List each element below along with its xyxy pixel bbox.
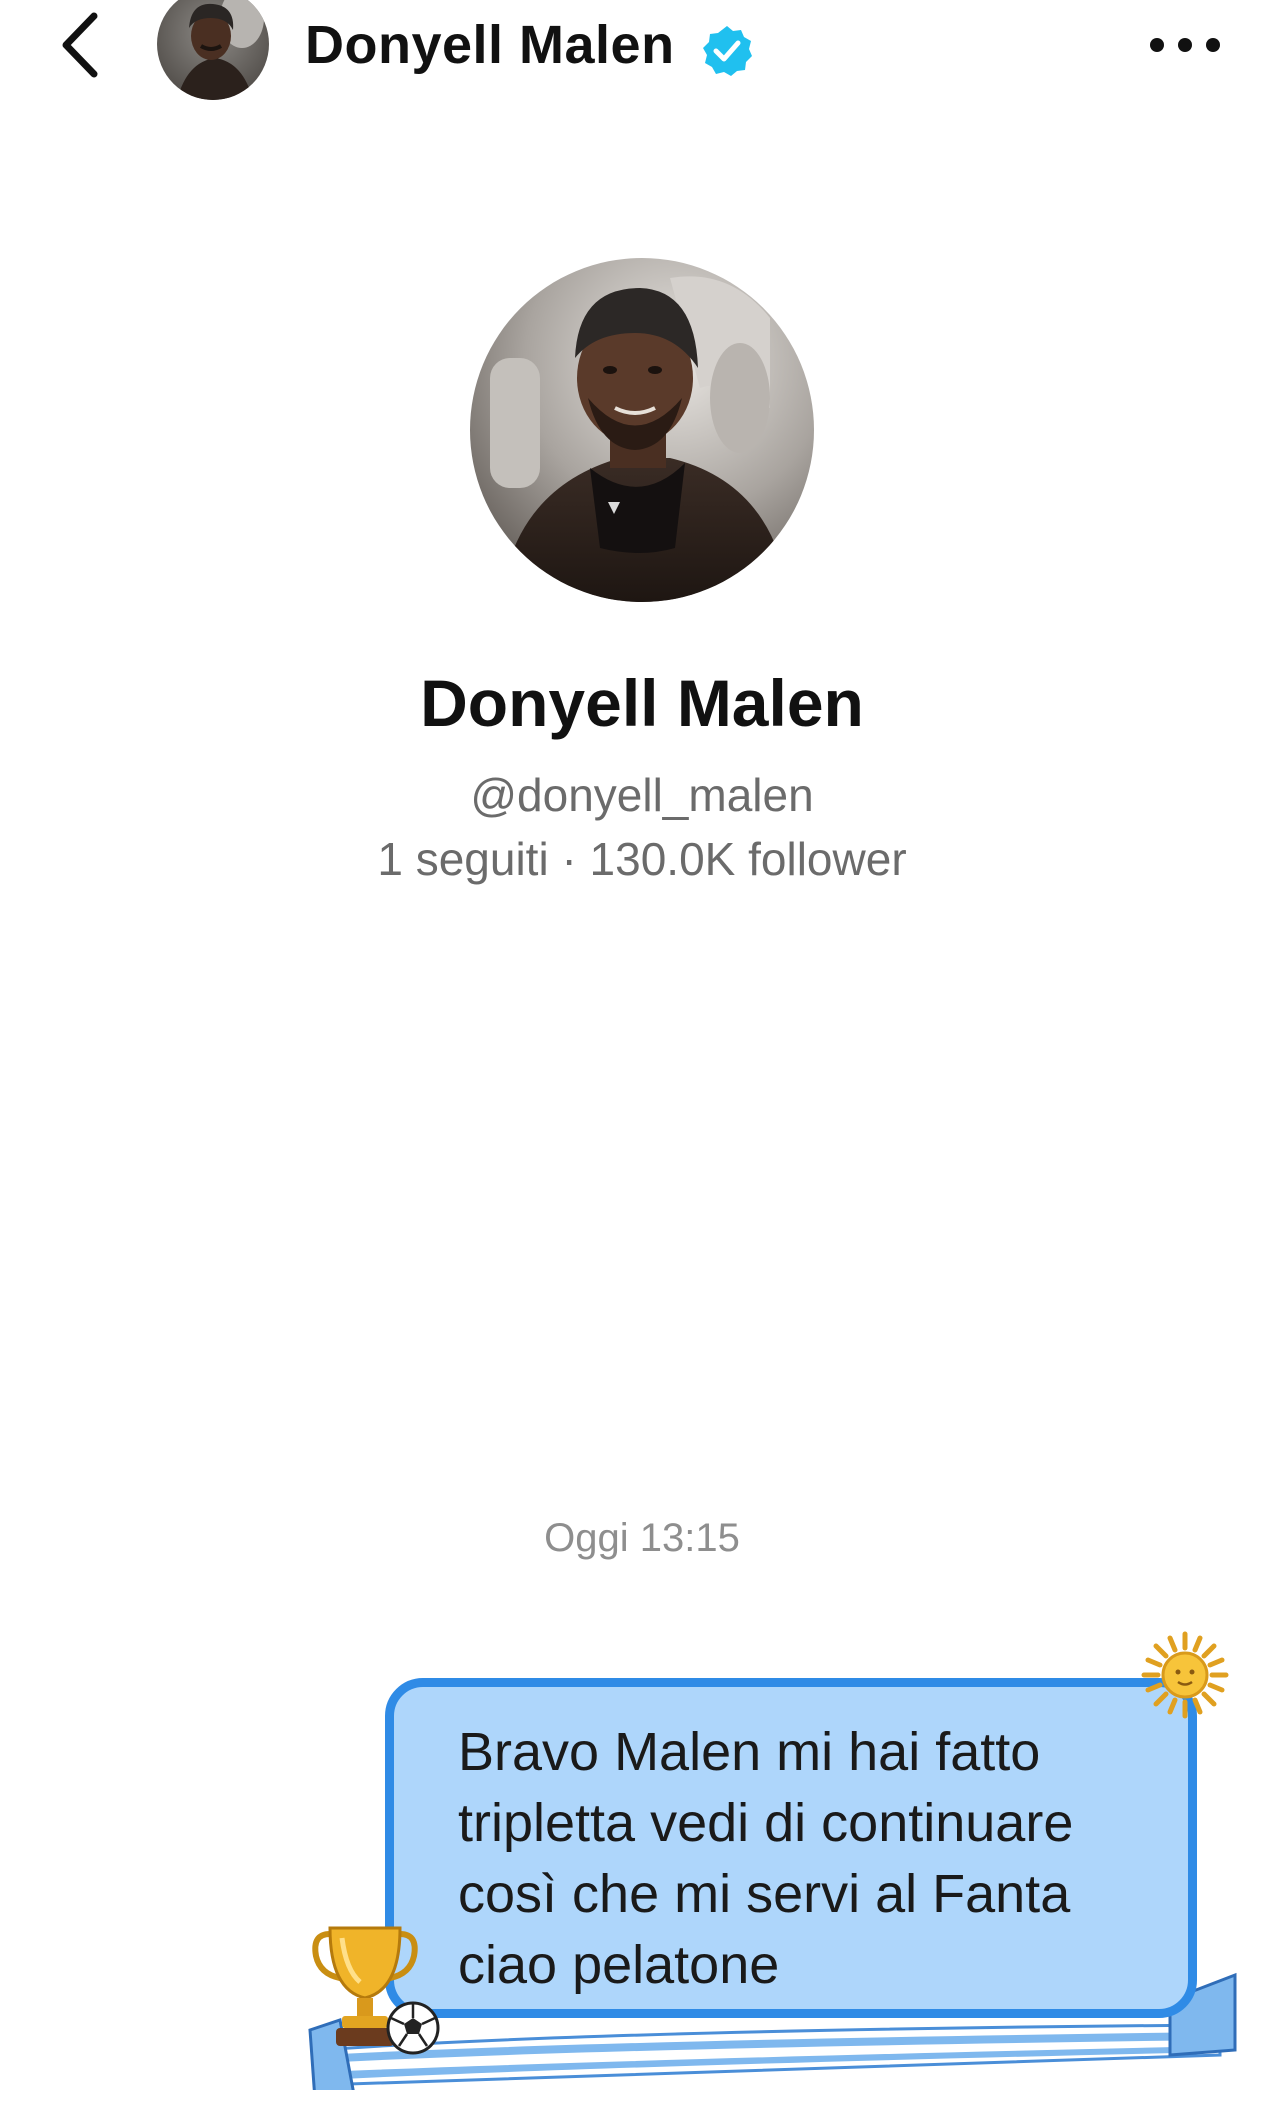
message-timestamp: Oggi 13:15 xyxy=(544,1516,740,1560)
avatar-image xyxy=(470,258,814,602)
more-options-button[interactable] xyxy=(1135,20,1235,70)
sent-message-bubble[interactable]: Bravo Malen mi hai fatto tripletta vedi … xyxy=(385,1678,1197,2018)
chat-header: Donyell Malen xyxy=(0,0,1284,100)
avatar-image xyxy=(157,0,269,100)
profile-stats: 1 seguiti · 130.0K follower xyxy=(377,833,907,885)
verified-badge-icon xyxy=(703,26,752,76)
profile-handle: @donyell_malen xyxy=(470,769,814,821)
back-button[interactable] xyxy=(40,0,120,90)
sun-of-may-icon xyxy=(1141,1631,1229,1719)
chevron-left-icon xyxy=(62,12,98,78)
header-username[interactable]: Donyell Malen xyxy=(305,14,675,76)
more-horizontal-icon xyxy=(1150,38,1220,52)
header-avatar[interactable] xyxy=(157,0,269,100)
profile-avatar[interactable] xyxy=(470,258,814,602)
message-text: Bravo Malen mi hai fatto tripletta vedi … xyxy=(458,1722,1074,1995)
message-row: Bravo Malen mi hai fatto tripletta vedi … xyxy=(300,1630,1240,2090)
soccer-ball-icon xyxy=(386,2001,440,2055)
profile-name: Donyell Malen xyxy=(420,666,864,740)
